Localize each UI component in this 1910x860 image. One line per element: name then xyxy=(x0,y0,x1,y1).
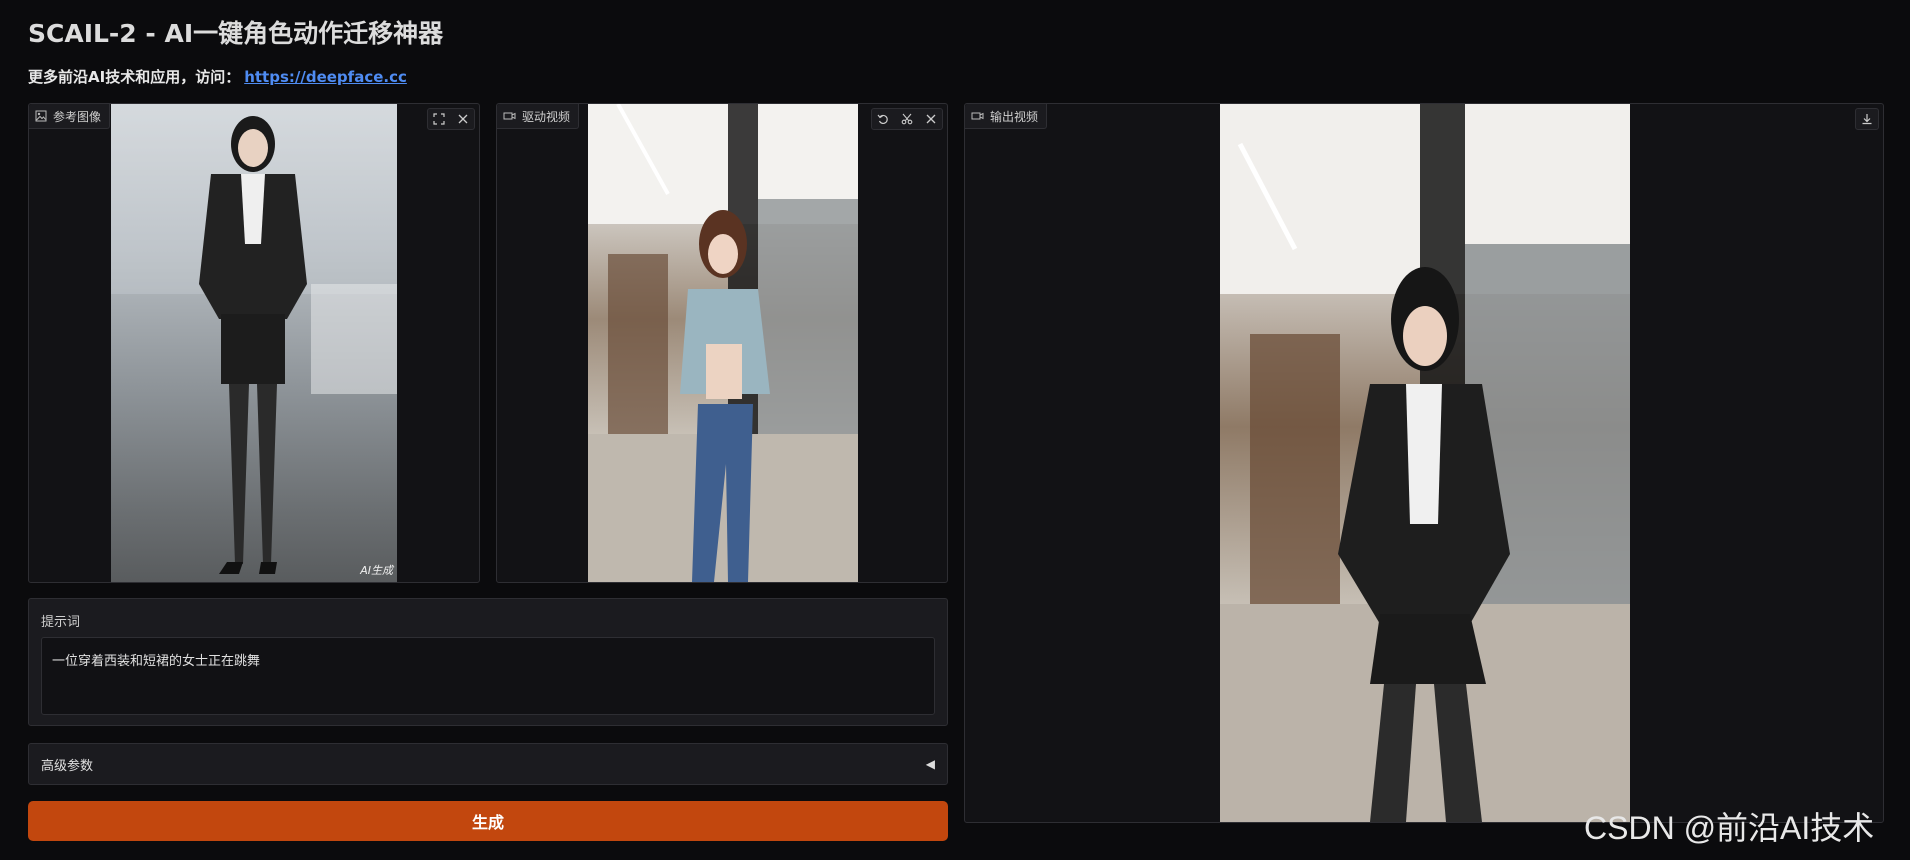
prompt-label: 提示词 xyxy=(41,615,81,630)
output-video-panel[interactable]: 输出视频 xyxy=(964,103,1884,823)
video-icon xyxy=(971,110,984,122)
deepface-link[interactable]: https://deepface.cc xyxy=(244,68,407,86)
reference-image: AI生成 xyxy=(111,104,397,582)
image-icon xyxy=(35,110,47,122)
reference-image-tools xyxy=(427,108,475,130)
output-video-label-text: 输出视频 xyxy=(990,109,1039,124)
fullscreen-icon[interactable] xyxy=(428,109,450,129)
advanced-params-accordion[interactable]: 高级参数 ◀ xyxy=(28,743,948,785)
output-video-frame xyxy=(1220,104,1630,822)
csdn-watermark: CSDN @前沿AI技术 xyxy=(1584,810,1875,846)
advanced-params-label: 高级参数 xyxy=(41,758,94,774)
reference-image-label: 参考图像 xyxy=(29,104,111,129)
driving-video-label-text: 驱动视频 xyxy=(522,109,571,124)
reference-image-label-text: 参考图像 xyxy=(53,109,102,124)
undo-icon[interactable] xyxy=(872,109,894,129)
ai-generated-mark: AI生成 xyxy=(360,564,393,577)
prompt-panel: 提示词 一位穿着西装和短裙的女士正在跳舞 xyxy=(28,598,948,726)
driving-video-frame xyxy=(588,104,858,582)
collapse-arrow-icon[interactable]: ◀ xyxy=(926,757,935,771)
subtitle: 更多前沿AI技术和应用，访问： https://deepface.cc xyxy=(28,66,407,87)
output-figure-illustration xyxy=(1220,104,1630,822)
output-video-label: 输出视频 xyxy=(965,104,1048,129)
output-video-tools xyxy=(1855,108,1879,130)
subtitle-text: 更多前沿AI技术和应用，访问： xyxy=(28,68,241,86)
driving-video-label: 驱动视频 xyxy=(497,104,580,129)
driving-video-tools xyxy=(871,108,943,130)
generate-button[interactable]: 生成 xyxy=(28,801,948,841)
scissors-icon[interactable] xyxy=(896,109,918,129)
close-icon[interactable] xyxy=(452,109,474,129)
prompt-input[interactable]: 一位穿着西装和短裙的女士正在跳舞 xyxy=(41,637,935,715)
reference-figure-illustration xyxy=(111,104,397,574)
close-icon[interactable] xyxy=(920,109,942,129)
reference-image-panel[interactable]: 参考图像 AI生成 xyxy=(28,103,480,583)
page-title: SCAIL-2 - AI一键角色动作迁移神器 xyxy=(28,19,444,48)
download-icon[interactable] xyxy=(1856,109,1878,129)
video-icon xyxy=(503,110,516,122)
driving-video-panel[interactable]: 驱动视频 xyxy=(496,103,948,583)
driving-figure-illustration xyxy=(588,104,858,582)
